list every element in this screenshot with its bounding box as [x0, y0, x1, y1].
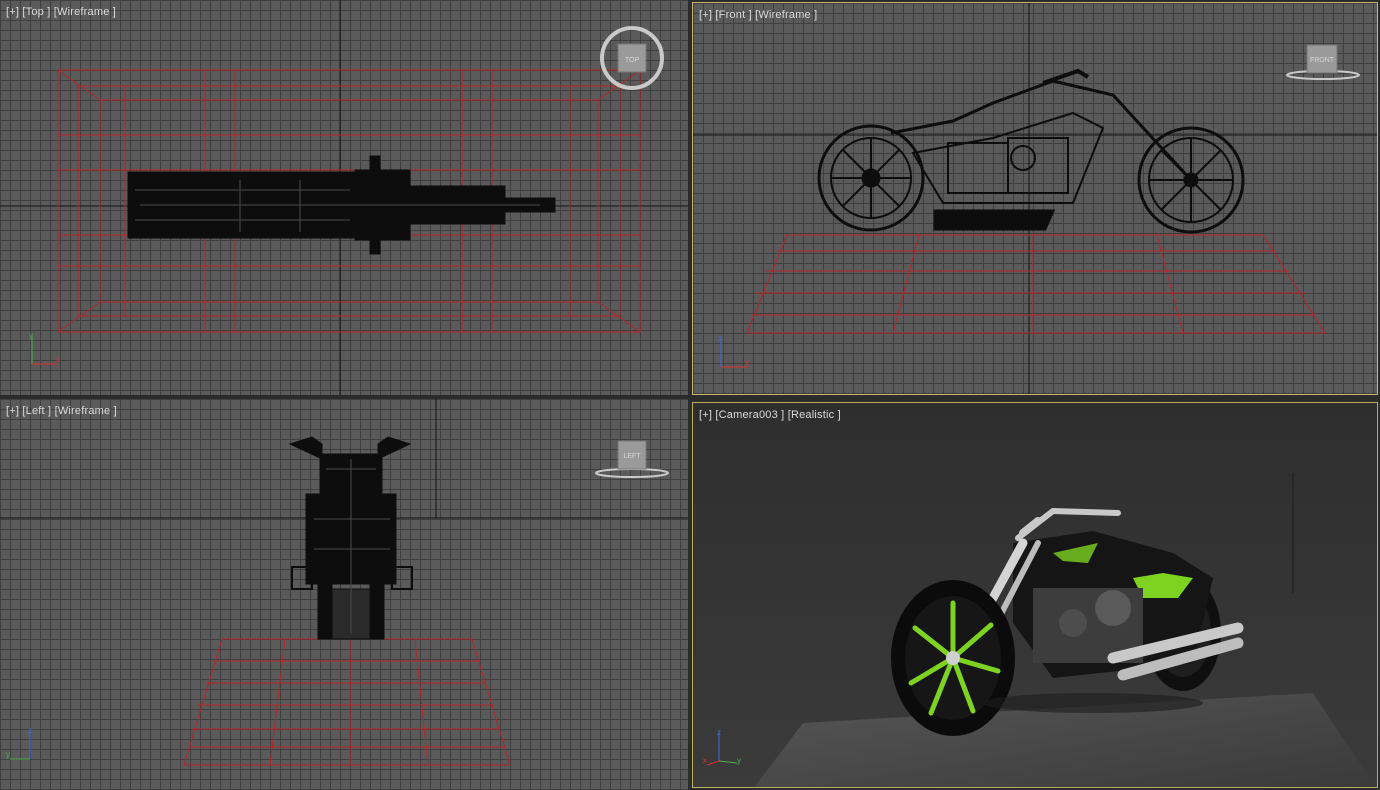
axis-gizmo-left: z y	[6, 726, 32, 760]
svg-text:z: z	[28, 726, 32, 735]
viewport-front[interactable]: [+] [Front ] [Wireframe ] FRONT z x	[692, 2, 1378, 395]
svg-text:x: x	[56, 355, 60, 364]
viewport-top[interactable]: [+] [Top ] [Wireframe ] TOP y x	[0, 0, 688, 395]
front-view-wireframe	[693, 3, 1377, 394]
viewport-camera[interactable]: [+] [Camera003 ] [Realistic ] z x y	[692, 402, 1378, 788]
bike-top-wireframe	[127, 155, 556, 255]
axis-gizmo-top: y x	[29, 331, 60, 365]
bike-front-wireframe	[817, 68, 1245, 234]
svg-text:x: x	[745, 358, 749, 367]
viewcube-front[interactable]: FRONT	[1283, 39, 1363, 89]
top-view-wireframe	[0, 0, 688, 395]
left-view-wireframe	[0, 399, 688, 766]
stage-wireframe	[746, 234, 1326, 334]
axis-gizmo-camera: z x y	[703, 728, 741, 766]
bike-left-wireframe	[288, 436, 413, 640]
camera-view-render	[693, 403, 1377, 787]
viewcube-left-text: LEFT	[623, 453, 641, 460]
axis-gizmo-front: z x	[718, 334, 749, 368]
viewcube-left[interactable]: LEFT	[592, 437, 672, 487]
svg-text:y: y	[6, 750, 10, 759]
viewport-label-left[interactable]: [+] [Left ] [Wireframe ]	[6, 405, 117, 417]
svg-text:y: y	[737, 756, 741, 765]
viewport-label-front[interactable]: [+] [Front ] [Wireframe ]	[699, 9, 817, 21]
viewport-left[interactable]: [+] [Left ] [Wireframe ] LEFT z y	[0, 399, 688, 790]
svg-text:y: y	[29, 331, 33, 340]
viewcube-top-text: TOP	[625, 57, 640, 64]
viewcube-top[interactable]: TOP	[598, 24, 668, 94]
svg-text:z: z	[718, 334, 722, 343]
viewport-label-camera[interactable]: [+] [Camera003 ] [Realistic ]	[699, 409, 841, 421]
stage-wireframe	[183, 638, 511, 766]
svg-text:z: z	[717, 728, 721, 737]
svg-text:x: x	[703, 756, 707, 765]
viewcube-front-text: FRONT	[1310, 57, 1335, 64]
viewport-label-top[interactable]: [+] [Top ] [Wireframe ]	[6, 6, 116, 18]
